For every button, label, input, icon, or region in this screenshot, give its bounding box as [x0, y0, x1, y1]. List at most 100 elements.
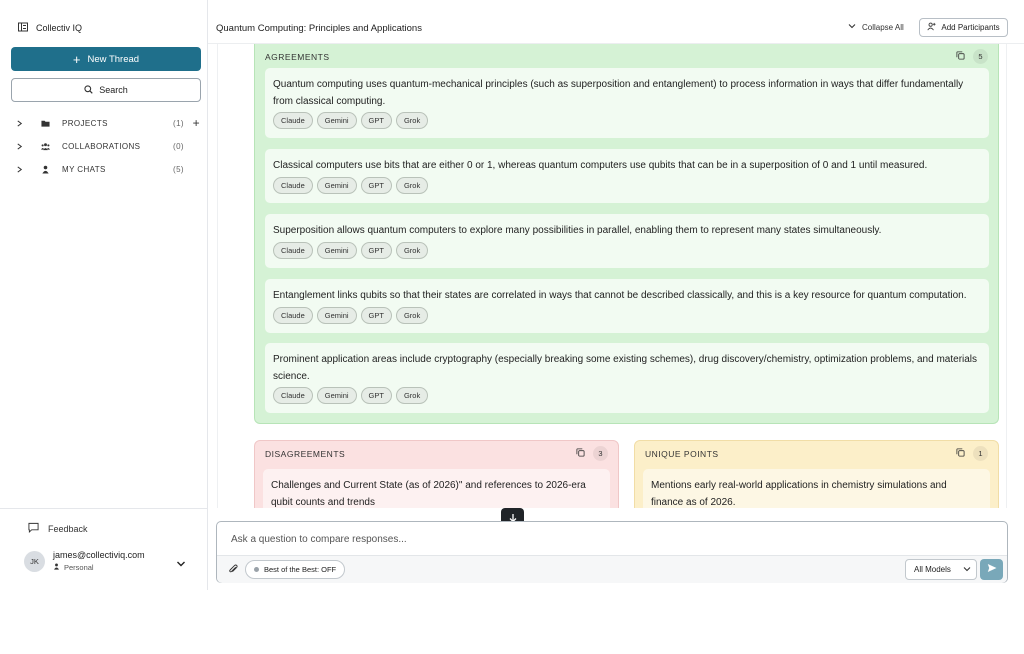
composer-toolbar: Best of the Best: OFF All Models: [217, 555, 1007, 583]
count-badge: 5: [973, 49, 988, 64]
point-text: Superposition allows quantum computers t…: [273, 225, 882, 236]
point-text: Challenges and Current State (as of 2026…: [271, 480, 586, 508]
sidebar-item-label: COLLABORATIONS: [62, 141, 141, 151]
count-badge: 1: [973, 446, 988, 461]
sidebar-item-count: (5): [173, 164, 184, 174]
question-input[interactable]: [231, 534, 871, 545]
section-title: DISAGREEMENTS: [265, 449, 346, 459]
user-profile[interactable]: JK james@collectiviq.com Personal: [24, 550, 145, 572]
sidebar-item-label: PROJECTS: [62, 118, 108, 128]
sidebar-item-count: (1): [173, 118, 184, 128]
header: Quantum Computing: Principles and Applic…: [208, 0, 1024, 44]
list-item: Quantum computing uses quantum-mechanica…: [265, 68, 989, 138]
model-tag[interactable]: Grok: [395, 307, 429, 324]
user-email: james@collectiviq.com: [53, 550, 145, 560]
model-tag[interactable]: GPT: [360, 177, 392, 194]
list-item: Classical computers use bits that are ei…: [265, 149, 989, 203]
model-tags: Claude Gemini GPT Grok: [273, 112, 429, 129]
add-person-icon: [927, 22, 936, 33]
model-tag[interactable]: Gemini: [316, 177, 357, 194]
group-icon: [41, 142, 53, 151]
model-tag[interactable]: GPT: [360, 387, 392, 404]
model-tag[interactable]: Gemini: [316, 307, 357, 324]
model-tags: Claude Gemini GPT Grok: [273, 307, 429, 324]
chat-bubble-icon: [28, 522, 39, 535]
model-tag[interactable]: Gemini: [316, 242, 357, 259]
model-tag[interactable]: Gemini: [316, 112, 357, 129]
composer: Best of the Best: OFF All Models: [216, 521, 1008, 583]
section-tools: 3: [576, 446, 608, 461]
model-tag[interactable]: GPT: [360, 307, 392, 324]
person-icon: [41, 165, 53, 174]
model-tag[interactable]: Gemini: [316, 387, 357, 404]
model-tag[interactable]: Claude: [273, 307, 313, 324]
search-label: Search: [99, 85, 128, 95]
model-tag[interactable]: Grok: [395, 112, 429, 129]
list-item: Entanglement links qubits so that their …: [265, 279, 989, 333]
brand-name: Collectiv IQ: [36, 23, 83, 33]
copy-icon[interactable]: [956, 447, 965, 460]
section-title: AGREEMENTS: [265, 52, 330, 62]
list-item: Challenges and Current State (as of 2026…: [263, 469, 610, 508]
model-tag[interactable]: Grok: [395, 242, 429, 259]
chevron-right-icon[interactable]: [16, 142, 26, 150]
add-project-button[interactable]: +: [184, 116, 200, 130]
chevron-down-icon: [963, 565, 971, 575]
feedback-label: Feedback: [48, 523, 88, 534]
point-text: Entanglement links qubits so that their …: [273, 290, 967, 301]
send-icon: [987, 563, 997, 576]
send-button[interactable]: [980, 559, 1003, 580]
plus-icon: +: [72, 51, 81, 67]
section-tools: 1: [956, 446, 988, 461]
sidebar-footer: Feedback JK james@collectiviq.com Person…: [0, 508, 208, 590]
sidebar-item-my-chats[interactable]: MY CHATS (5): [16, 161, 200, 177]
avatar: JK: [24, 550, 45, 572]
best-of-best-toggle[interactable]: Best of the Best: OFF: [245, 560, 346, 579]
user-plan-label: Personal: [64, 563, 94, 572]
model-tag[interactable]: GPT: [360, 112, 392, 129]
model-select[interactable]: All Models: [905, 559, 977, 580]
user-plan: Personal: [53, 563, 145, 572]
sidebar-item-projects[interactable]: PROJECTS (1) +: [16, 115, 200, 131]
model-tag[interactable]: Grok: [395, 177, 429, 194]
sidebar-item-count: (0): [173, 141, 184, 151]
chevron-down-icon: [848, 22, 856, 32]
point-text: Mentions early real-world applications i…: [651, 480, 947, 508]
unique-points-section: UNIQUE POINTS 1 Mentions early real-worl…: [634, 440, 999, 508]
count-badge: 3: [593, 446, 608, 461]
collapse-all-button[interactable]: Collapse All: [848, 22, 904, 32]
folder-icon: [41, 119, 53, 128]
chevron-down-icon[interactable]: [176, 559, 186, 572]
model-tag[interactable]: Claude: [273, 242, 313, 259]
page-title: Quantum Computing: Principles and Applic…: [216, 23, 422, 34]
sidebar: Collectiv IQ + New Thread Search PROJECT…: [0, 0, 208, 590]
feedback-button[interactable]: Feedback: [28, 522, 88, 535]
status-dot: [254, 567, 259, 572]
add-participants-button[interactable]: Add Participants: [919, 18, 1008, 37]
model-tags: Claude Gemini GPT Grok: [273, 242, 429, 259]
model-tags: Claude Gemini GPT Grok: [273, 387, 429, 404]
new-thread-button[interactable]: + New Thread: [11, 47, 201, 71]
sidebar-toggle-icon[interactable]: [18, 22, 28, 34]
agreements-section: AGREEMENTS 5 Quantum computing uses quan…: [254, 44, 999, 424]
disagreements-section: DISAGREEMENTS 3 Challenges and Current S…: [254, 440, 619, 508]
copy-icon[interactable]: [956, 50, 965, 63]
sidebar-item-label: MY CHATS: [62, 164, 106, 174]
chevron-right-icon[interactable]: [16, 165, 26, 173]
search-button[interactable]: Search: [11, 78, 201, 102]
paperclip-icon[interactable]: [228, 564, 239, 578]
model-tag[interactable]: Claude: [273, 112, 313, 129]
collapse-all-label: Collapse All: [862, 22, 904, 32]
model-tag[interactable]: Claude: [273, 387, 313, 404]
chevron-right-icon[interactable]: [16, 119, 26, 127]
person-icon: [53, 563, 60, 572]
list-item: Prominent application areas include cryp…: [265, 343, 989, 413]
section-title: UNIQUE POINTS: [645, 449, 719, 459]
list-item: Superposition allows quantum computers t…: [265, 214, 989, 268]
model-tag[interactable]: Claude: [273, 177, 313, 194]
model-tag[interactable]: GPT: [360, 242, 392, 259]
brand[interactable]: Collectiv IQ: [18, 22, 82, 34]
copy-icon[interactable]: [576, 447, 585, 460]
model-tag[interactable]: Grok: [395, 387, 429, 404]
sidebar-item-collaborations[interactable]: COLLABORATIONS (0): [16, 138, 200, 154]
